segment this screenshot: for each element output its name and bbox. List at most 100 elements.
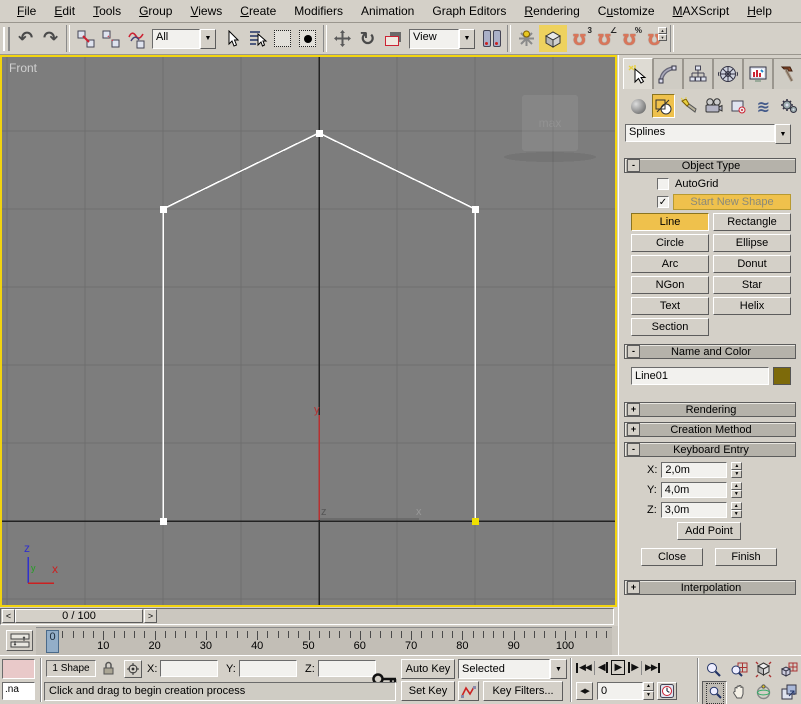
category-helpers[interactable]	[727, 94, 750, 118]
axis-value-input[interactable]: 2,0m	[661, 462, 727, 478]
menu-help[interactable]: Help	[738, 1, 781, 21]
angle-snap-button[interactable]: Ω ∠	[592, 26, 617, 51]
select-and-link-button[interactable]	[73, 26, 98, 51]
menu-file[interactable]: File	[8, 1, 45, 21]
viewport-front[interactable]: maxyzxzxy Front	[2, 57, 615, 605]
key-filters-button[interactable]: Key Filters...	[483, 681, 563, 701]
menu-group[interactable]: Group	[130, 1, 181, 21]
rollout-name-and-color[interactable]: - Name and Color	[624, 344, 796, 359]
menu-customize[interactable]: Customize	[589, 1, 664, 21]
category-lights[interactable]	[677, 94, 700, 118]
rollout-object-type[interactable]: - Object Type	[624, 158, 796, 173]
next-frame-arrow[interactable]: >	[144, 609, 157, 623]
track-bar-ruler[interactable]: 01020304050607080901000	[36, 627, 612, 656]
select-object-button[interactable]	[220, 26, 245, 51]
tab-display[interactable]	[743, 58, 773, 89]
window-crossing-toggle-button[interactable]	[295, 26, 320, 51]
donut-button[interactable]: Donut	[713, 255, 791, 273]
close-button[interactable]: Close	[641, 548, 703, 566]
coordinate-input[interactable]	[239, 660, 297, 677]
axis-value-input[interactable]: 4,0m	[661, 482, 727, 498]
line-button[interactable]: Line	[631, 213, 709, 231]
tab-create[interactable]	[623, 58, 653, 89]
tab-utilities[interactable]	[773, 58, 801, 89]
selection-set-dropdown[interactable]: Selected ▼	[458, 659, 567, 679]
coordinate-input[interactable]	[318, 660, 376, 677]
chevron-down-icon[interactable]: ▼	[550, 659, 567, 679]
current-frame-marker[interactable]: 0	[46, 630, 59, 653]
star-button[interactable]: Star	[713, 276, 791, 294]
previous-frame-arrow[interactable]: <	[2, 609, 15, 623]
open-mini-curve-editor-button[interactable]	[6, 630, 33, 651]
text-button[interactable]: Text	[631, 297, 709, 315]
toolbar-grip[interactable]	[3, 27, 10, 51]
percent-snap-button[interactable]: Ω %	[617, 26, 642, 51]
arc-rotate-button[interactable]	[752, 681, 775, 703]
circle-button[interactable]: Circle	[631, 234, 709, 252]
previous-frame-button[interactable]: ◀	[598, 662, 608, 673]
current-frame-input[interactable]: 0	[597, 682, 643, 700]
bind-to-space-warp-button[interactable]	[123, 26, 148, 51]
time-configuration-button[interactable]	[657, 682, 677, 700]
menu-maxscript[interactable]: MAXScript	[664, 1, 739, 21]
selection-lock-toggle[interactable]	[102, 661, 115, 679]
menu-animation[interactable]: Animation	[352, 1, 423, 21]
zoom-extents-button[interactable]	[752, 658, 775, 680]
spinner-snap-button[interactable]: Ω ▲▼	[642, 26, 667, 51]
menu-graph-editors[interactable]: Graph Editors	[423, 1, 515, 21]
axis-spinner[interactable]: ▲▼	[731, 462, 742, 478]
set-key-button[interactable]: Set Key	[401, 681, 455, 701]
play-button[interactable]: ▶	[611, 660, 626, 675]
reference-coordinate-dropdown[interactable]: View ▼	[409, 29, 475, 49]
ellipse-button[interactable]: Ellipse	[713, 234, 791, 252]
menu-rendering[interactable]: Rendering	[515, 1, 588, 21]
macro-recorder-box[interactable]	[2, 659, 35, 679]
category-space-warps[interactable]: ≋	[752, 94, 775, 118]
rectangular-selection-region-button[interactable]	[270, 26, 295, 51]
tab-modify[interactable]	[653, 58, 683, 89]
menu-modifiers[interactable]: Modifiers	[285, 1, 352, 21]
rollout-keyboard-entry[interactable]: - Keyboard Entry	[624, 442, 796, 457]
absolute-offset-mode-toggle[interactable]	[124, 660, 142, 678]
keyboard-shortcut-override-button[interactable]	[539, 25, 567, 52]
zoom-extents-all-button[interactable]	[777, 658, 800, 680]
ngon-button[interactable]: NGon	[631, 276, 709, 294]
select-and-move-button[interactable]	[330, 26, 355, 51]
selection-filter-arrow[interactable]: ▼	[200, 29, 216, 49]
arc-button[interactable]: Arc	[631, 255, 709, 273]
go-to-end-button[interactable]: ▶▶	[645, 663, 660, 673]
use-pivot-point-center-button[interactable]	[479, 26, 504, 51]
key-mode-toggle-button[interactable]: ◀▶	[576, 682, 593, 700]
category-geometry[interactable]	[627, 94, 650, 118]
redo-button[interactable]: ↷	[38, 26, 63, 51]
section-button[interactable]: Section	[631, 318, 709, 336]
time-slider-handle[interactable]: 0 / 100	[15, 609, 143, 623]
category-systems[interactable]	[777, 94, 800, 118]
category-shapes[interactable]	[652, 94, 675, 118]
snap-toggle-3d-button[interactable]: Ω 3	[567, 26, 592, 51]
object-name-input[interactable]: Line01	[631, 367, 769, 385]
default-in-out-tangents-button[interactable]	[458, 681, 479, 701]
object-color-swatch[interactable]	[773, 367, 791, 385]
auto-key-button[interactable]: Auto Key	[401, 659, 455, 679]
finish-button[interactable]: Finish	[715, 548, 777, 566]
select-and-rotate-button[interactable]: ↻	[355, 26, 380, 51]
next-frame-button[interactable]: ▶	[628, 662, 638, 673]
menu-edit[interactable]: Edit	[45, 1, 84, 21]
coord-system-arrow[interactable]: ▼	[459, 29, 475, 49]
axis-spinner[interactable]: ▲▼	[731, 502, 742, 518]
rollout-rendering[interactable]: + Rendering	[624, 402, 796, 417]
coordinate-input[interactable]	[160, 660, 218, 677]
rollout-creation-method[interactable]: + Creation Method	[624, 422, 796, 437]
autogrid-checkbox[interactable]	[657, 178, 669, 190]
tab-hierarchy[interactable]	[683, 58, 713, 89]
tab-motion[interactable]	[713, 58, 743, 89]
select-and-scale-button[interactable]	[380, 26, 405, 51]
helix-button[interactable]: Helix	[713, 297, 791, 315]
rollout-interpolation[interactable]: + Interpolation	[624, 580, 796, 595]
menu-tools[interactable]: Tools	[84, 1, 130, 21]
zoom-all-button[interactable]	[727, 658, 750, 680]
add-point-button[interactable]: Add Point	[677, 522, 741, 540]
unlink-selection-button[interactable]	[98, 26, 123, 51]
menu-views[interactable]: Views	[181, 1, 231, 21]
